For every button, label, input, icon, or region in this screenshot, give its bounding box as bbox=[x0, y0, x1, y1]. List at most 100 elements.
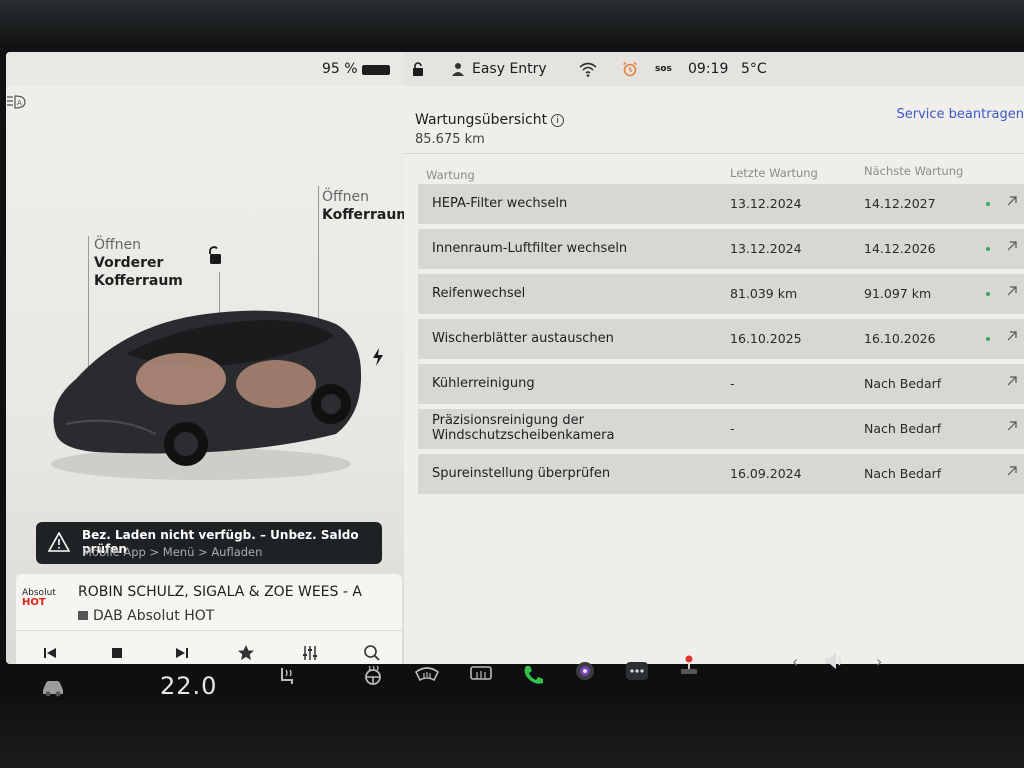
next-icon[interactable] bbox=[172, 643, 192, 663]
last-service: 13.12.2024 bbox=[730, 241, 802, 256]
service-row-radiator[interactable]: Kühlerreinigung - Nach Bedarf bbox=[418, 364, 1024, 404]
service-row-hepa[interactable]: HEPA-Filter wechseln 13.12.2024 14.12.20… bbox=[418, 184, 1024, 224]
open-arrow-icon[interactable] bbox=[1006, 285, 1018, 297]
last-service: - bbox=[730, 376, 735, 391]
lock-icon[interactable] bbox=[207, 246, 223, 266]
open-arrow-icon[interactable] bbox=[1006, 330, 1018, 342]
task-label-line2: Windschutzscheibenkamera bbox=[432, 428, 615, 443]
service-row-tires[interactable]: Reifenwechsel 81.039 km 91.097 km bbox=[418, 274, 1024, 314]
info-icon[interactable]: i bbox=[551, 114, 565, 127]
clock: 09:19 bbox=[688, 61, 729, 77]
next-service: 91.097 km bbox=[864, 286, 932, 301]
service-row-alignment[interactable]: Spureinstellung überprüfen 16.09.2024 Na… bbox=[418, 454, 1024, 494]
defrost-rear-icon[interactable] bbox=[468, 664, 494, 686]
task-label: Wischerblätter austauschen bbox=[432, 331, 614, 346]
last-service: 81.039 km bbox=[730, 286, 798, 301]
alarm-icon bbox=[623, 61, 637, 77]
status-ok-dot bbox=[986, 337, 990, 341]
driver-profile-icon[interactable] bbox=[452, 62, 464, 76]
last-service: 16.10.2025 bbox=[730, 331, 802, 346]
phone-icon[interactable] bbox=[520, 664, 546, 686]
service-row-cabin-filter[interactable]: Innenraum-Luftfilter wechseln 13.12.2024… bbox=[418, 229, 1024, 269]
battery-icon bbox=[362, 65, 390, 75]
open-trunk-label[interactable]: Öffnen Kofferraum bbox=[322, 188, 411, 224]
lock-status-icon[interactable] bbox=[412, 62, 424, 76]
service-header: Wartungsübersicht i 85.675 km Service bea… bbox=[404, 86, 1024, 154]
last-service: 16.09.2024 bbox=[730, 466, 802, 481]
station-name: DAB Absolut HOT bbox=[78, 608, 214, 624]
odometer: 85.675 km bbox=[415, 132, 485, 147]
station-logo: Absolut HOT bbox=[22, 588, 64, 614]
outside-temperature: 5°C bbox=[741, 61, 767, 77]
open-arrow-icon[interactable] bbox=[1006, 240, 1018, 252]
headlight-icon[interactable]: A bbox=[6, 94, 28, 110]
service-title: Wartungsübersicht i bbox=[415, 112, 565, 128]
open-frunk-verb: Öffnen bbox=[94, 237, 142, 253]
task-label-line1: Präzisionsreinigung der bbox=[432, 413, 584, 428]
driver-profile-name[interactable]: Easy Entry bbox=[472, 61, 547, 77]
track-title[interactable]: ROBIN SCHULZ, SIGALA & ZOE WEES - A bbox=[78, 584, 402, 600]
last-service: - bbox=[730, 421, 735, 436]
service-row-camera-cleaning[interactable]: Präzisionsreinigung der Windschutzscheib… bbox=[418, 409, 1024, 449]
station-logo-line2: HOT bbox=[22, 597, 46, 608]
column-header-next: Nächste Wartung bbox=[864, 164, 964, 178]
open-arrow-icon[interactable] bbox=[1006, 195, 1018, 207]
status-bar: 95 % Easy Entry sos 09:19 5°C bbox=[6, 52, 1024, 86]
camera-icon[interactable] bbox=[572, 660, 598, 682]
volume-icon[interactable] bbox=[822, 650, 848, 672]
next-service: 14.12.2026 bbox=[864, 241, 936, 256]
defrost-front-icon[interactable] bbox=[414, 664, 440, 686]
radio-icon bbox=[78, 611, 88, 620]
task-label: Kühlerreinigung bbox=[432, 376, 535, 391]
next-service: 14.12.2027 bbox=[864, 196, 936, 211]
wifi-icon bbox=[579, 62, 597, 77]
bottom-dock: 22.0 ‹ › bbox=[0, 652, 1024, 768]
seat-heat-icon[interactable] bbox=[274, 666, 300, 688]
status-ok-dot bbox=[986, 202, 990, 206]
task-label: Reifenwechsel bbox=[432, 286, 526, 301]
cabin-temperature[interactable]: 22.0 bbox=[160, 672, 217, 700]
more-icon[interactable] bbox=[624, 660, 650, 682]
service-row-wipers[interactable]: Wischerblätter austauschen 16.10.2025 16… bbox=[418, 319, 1024, 359]
star-icon[interactable] bbox=[236, 643, 256, 663]
status-ok-dot bbox=[986, 247, 990, 251]
open-frunk-label[interactable]: Öffnen Vorderer Kofferraum bbox=[94, 236, 183, 290]
touchscreen: 95 % Easy Entry sos 09:19 5°C A Öffnen V… bbox=[6, 52, 1024, 664]
open-arrow-icon[interactable] bbox=[1006, 375, 1018, 387]
sos-icon[interactable]: sos bbox=[655, 64, 672, 74]
status-ok-dot bbox=[986, 292, 990, 296]
task-label: HEPA-Filter wechseln bbox=[432, 196, 568, 211]
open-arrow-icon[interactable] bbox=[1006, 420, 1018, 432]
car-icon[interactable] bbox=[40, 676, 66, 698]
next-service: Nach Bedarf bbox=[864, 376, 942, 391]
media-controls bbox=[16, 630, 402, 664]
station-name-text: DAB Absolut HOT bbox=[93, 608, 215, 624]
warning-icon bbox=[48, 532, 70, 552]
car-3d-model[interactable] bbox=[36, 284, 376, 484]
task-label: Innenraum-Luftfilter wechseln bbox=[432, 241, 628, 256]
task-label: Spureinstellung überprüfen bbox=[432, 466, 611, 481]
open-trunk-verb: Öffnen bbox=[322, 189, 370, 205]
open-frunk-line1: Vorderer bbox=[94, 255, 164, 271]
volume-up-chevron[interactable]: › bbox=[876, 652, 882, 671]
stop-icon[interactable] bbox=[107, 643, 127, 663]
request-service-link[interactable]: Service beantragen bbox=[896, 107, 1024, 122]
service-title-text: Wartungsübersicht bbox=[415, 112, 548, 128]
open-arrow-icon[interactable] bbox=[1006, 465, 1018, 477]
last-service: 13.12.2024 bbox=[730, 196, 802, 211]
service-panel: Wartungsübersicht i 85.675 km Service bea… bbox=[404, 86, 1024, 664]
column-header-last: Letzte Wartung bbox=[730, 166, 818, 180]
prev-icon[interactable] bbox=[40, 643, 60, 663]
charging-alert[interactable]: Bez. Laden nicht verfügb. – Unbez. Saldo… bbox=[36, 522, 382, 564]
search-icon[interactable] bbox=[362, 643, 382, 663]
joystick-icon[interactable] bbox=[676, 654, 702, 676]
volume-down-chevron[interactable]: ‹ bbox=[792, 652, 798, 671]
svg-text:A: A bbox=[17, 99, 22, 107]
media-player: Absolut HOT ROBIN SCHULZ, SIGALA & ZOE W… bbox=[16, 574, 402, 664]
equalizer-icon[interactable] bbox=[300, 643, 320, 663]
battery-percentage: 95 % bbox=[322, 61, 358, 77]
steering-heat-icon[interactable] bbox=[360, 664, 386, 686]
next-service: Nach Bedarf bbox=[864, 466, 942, 481]
next-service: 16.10.2026 bbox=[864, 331, 936, 346]
task-label: Präzisionsreinigung der Windschutzscheib… bbox=[432, 413, 615, 443]
